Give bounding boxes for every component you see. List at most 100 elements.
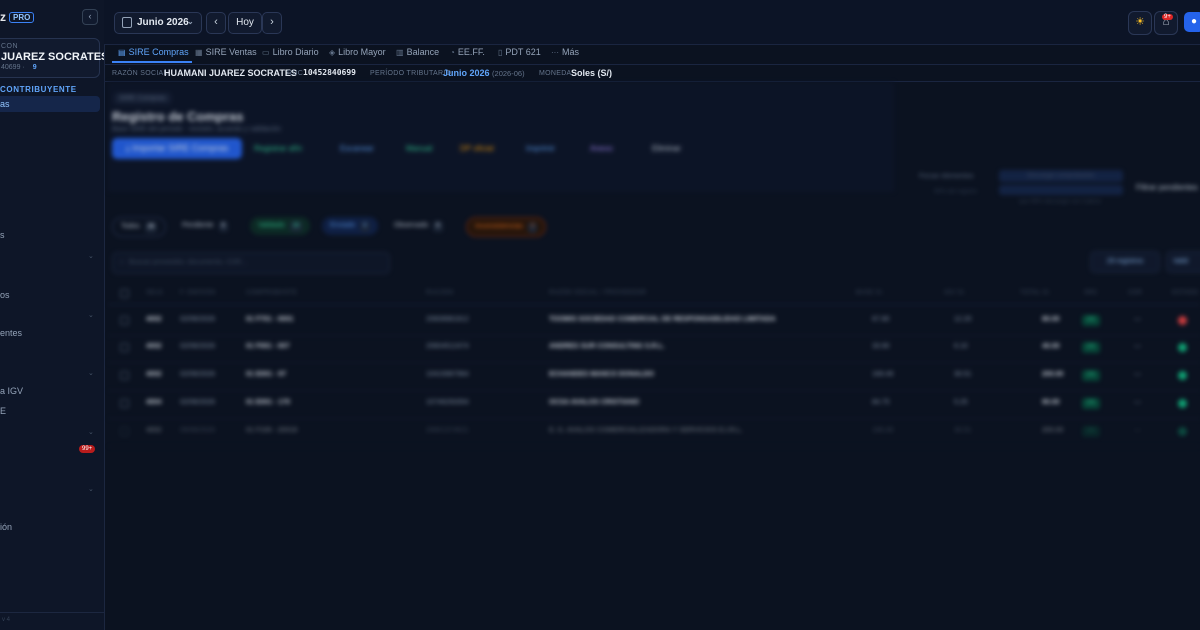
row-razon: TOOMIS SOCIEDAD COMERCIAL DE RESPONSABIL… <box>549 316 776 323</box>
table-row[interactable]: 4002 05/06/2026 01 F106 - 20018 20601374521… <box>108 418 1200 447</box>
client-name: JUAREZ SOCRATES <box>1 51 105 63</box>
column-header[interactable]: BASE S/. <box>856 290 884 296</box>
row-razon: E. G. AVALOS COMERCIALIZADORA Y SERVICIO… <box>549 427 743 434</box>
row-checkbox[interactable] <box>120 427 129 436</box>
next-month-button[interactable]: › <box>262 12 282 34</box>
validar-button[interactable]: Valid <box>1166 251 1200 273</box>
today-button[interactable]: Hoy <box>228 12 262 34</box>
column-header[interactable]: COMPROBANTE <box>246 290 297 296</box>
layers-icon: ◈ <box>329 48 336 57</box>
column-header[interactable]: F. EMISIÓN <box>180 290 216 296</box>
header-panel <box>108 82 894 192</box>
column-header[interactable]: SELE. <box>146 290 165 296</box>
column-header[interactable]: RAZÓN SOCIAL / PROVEEDOR <box>549 290 646 296</box>
column-header[interactable]: TOTAL S/. <box>1020 290 1051 296</box>
row-checkbox[interactable] <box>120 371 129 380</box>
tab-libro-mayor[interactable]: ◈ Libro Mayor <box>329 47 386 57</box>
sidebar-item[interactable]: a IGV <box>0 386 23 396</box>
registrar-button[interactable]: Registrar afín <box>254 144 302 153</box>
select-all-checkbox[interactable] <box>120 289 129 298</box>
row-base: 169.49 <box>872 371 894 378</box>
column-header[interactable]: SRC <box>1084 290 1098 296</box>
column-header[interactable]: IGV S/. <box>944 290 966 296</box>
row-base: 67.80 <box>872 316 890 323</box>
periodo-label: PERÍODO TRIBUTARIO <box>370 70 452 77</box>
filter-chip-validado[interactable]: Validado 23 <box>250 217 311 235</box>
escanear-button[interactable]: Escanear <box>340 144 374 153</box>
filter-chip-todos[interactable]: Todos 30 <box>112 217 167 237</box>
client-selector[interactable]: CON JUAREZ SOCRATES 40699 · 9 ⌄ <box>0 38 104 78</box>
sidebar-item[interactable]: s <box>0 230 5 240</box>
row-cdr: — <box>1134 316 1141 323</box>
row-src-badge: OK <box>1082 342 1100 353</box>
moneda-label: MONEDA <box>539 70 572 77</box>
column-header[interactable]: ESTADO <box>1172 290 1199 296</box>
user-avatar-icon[interactable]: ● <box>1184 12 1200 32</box>
filter-chip-enviado[interactable]: Enviado 0 <box>322 217 378 235</box>
collapse-sidebar-button[interactable]: ‹ <box>82 9 98 25</box>
filter-chip-inconsistencias[interactable]: Inconsistencias 7 <box>466 217 547 237</box>
sidebar-item[interactable]: os <box>0 290 10 300</box>
table-row[interactable]: 4004 02/06/2026 01 E001 - 170 10746293354 OC… <box>108 390 1200 419</box>
column-header[interactable]: CDR <box>1128 290 1142 296</box>
row-comprobante: 01 F001 - 007 <box>246 343 290 350</box>
row-fecha: 05/06/2026 <box>180 427 216 434</box>
sidebar-item-active[interactable]: as <box>0 96 100 112</box>
descargar-button[interactable]: Descargar comprobantes <box>999 170 1123 182</box>
column-header[interactable]: RUC/DNI <box>426 290 454 296</box>
filter-chip-pendiente[interactable]: Pendiente 0 <box>174 217 236 235</box>
search-input[interactable]: ⌕ Buscar proveedor, documento, CDR... <box>112 252 390 274</box>
row-src-badge: OK <box>1082 315 1100 326</box>
registros-button[interactable]: 29 registros <box>1090 251 1160 273</box>
row-src-badge: OK <box>1082 398 1100 409</box>
row-total: 80.00 <box>1042 316 1060 323</box>
row-comprobante: 01 F701 - 0001 <box>246 316 294 323</box>
tab-balance[interactable]: ▥ Balance <box>396 47 439 57</box>
row-base: 169.49 <box>872 427 894 434</box>
row-ruc: 10746293354 <box>426 399 469 406</box>
tab-eeff[interactable]: ◔ EE.FF. <box>450 47 485 57</box>
anexo-button[interactable]: Anexo <box>590 144 613 153</box>
filtrar-pendientes-button[interactable]: Filtrar pendientes <box>1136 183 1198 192</box>
eliminar-button[interactable]: Eliminar <box>652 144 681 153</box>
sidebar-item[interactable]: E <box>0 406 6 416</box>
prev-month-button[interactable]: ‹ <box>206 12 226 34</box>
grid-icon: ▦ <box>195 48 203 57</box>
sidebar-item[interactable]: ión <box>0 522 12 532</box>
dp-oficial-button[interactable]: DP oficial <box>460 144 494 153</box>
imprimir-button[interactable]: Imprimir <box>526 144 555 153</box>
theme-toggle-sun-icon[interactable]: ☀ <box>1128 11 1152 35</box>
tab-pdt-621[interactable]: ▯ PDT 621 <box>498 47 541 57</box>
section-label: CONTRIBUYENTE <box>0 85 77 94</box>
row-razon: ANDRES SUR CONSULTING S.R.L. <box>549 343 665 350</box>
table-row[interactable]: 4002 02/06/2026 01 F701 - 0001 20608981812 T… <box>108 307 1200 336</box>
forzar-label: Forzar elementos <box>919 173 974 180</box>
filter-chip-observado[interactable]: Observado 0 <box>386 217 451 235</box>
search-icon: ⌕ <box>120 259 124 266</box>
notification-count-badge: 9+ <box>1162 14 1173 20</box>
progress-bar <box>999 185 1123 195</box>
table-row[interactable]: 4002 02/06/2026 01 F001 - 007 20604512474 AN… <box>108 334 1200 363</box>
row-fecha: 02/06/2026 <box>180 343 216 350</box>
client-ruc: 40699 · 9 <box>1 64 37 71</box>
tab-libro-diario[interactable]: ▭ Libro Diario <box>262 47 319 57</box>
taxpayer-info-strip: RAZÓN SOCIAL HUAMANI JUAREZ SOCRATES RUC… <box>104 65 1200 82</box>
table-row[interactable]: 4002 02/06/2026 01 E001 - 97 10416987964 ECH… <box>108 362 1200 391</box>
month-selector[interactable]: Junio 2026 ⌄ <box>114 12 202 34</box>
tab-sire-compras[interactable]: ▤ SIRE Compras <box>118 47 189 57</box>
row-sel: 4002 <box>146 316 162 323</box>
manual-button[interactable]: Manual <box>406 144 432 153</box>
tab-sire-ventas[interactable]: ▦ SIRE Ventas <box>195 47 257 57</box>
row-checkbox[interactable] <box>120 316 129 325</box>
row-comprobante: 01 F106 - 20018 <box>246 427 298 434</box>
pie-chart-icon: ◔ <box>450 48 455 57</box>
row-src-badge: OK <box>1082 426 1100 437</box>
file-icon: ▯ <box>498 48 503 57</box>
sidebar-item[interactable]: entes <box>0 328 22 338</box>
row-checkbox[interactable] <box>120 399 129 408</box>
row-sel: 4002 <box>146 343 162 350</box>
row-total: 200.00 <box>1042 371 1064 378</box>
tab-mas[interactable]: ··· Más <box>551 47 579 57</box>
row-checkbox[interactable] <box>120 343 129 352</box>
import-sire-button[interactable]: ⤓ Importar SIRE Compras <box>112 138 242 159</box>
